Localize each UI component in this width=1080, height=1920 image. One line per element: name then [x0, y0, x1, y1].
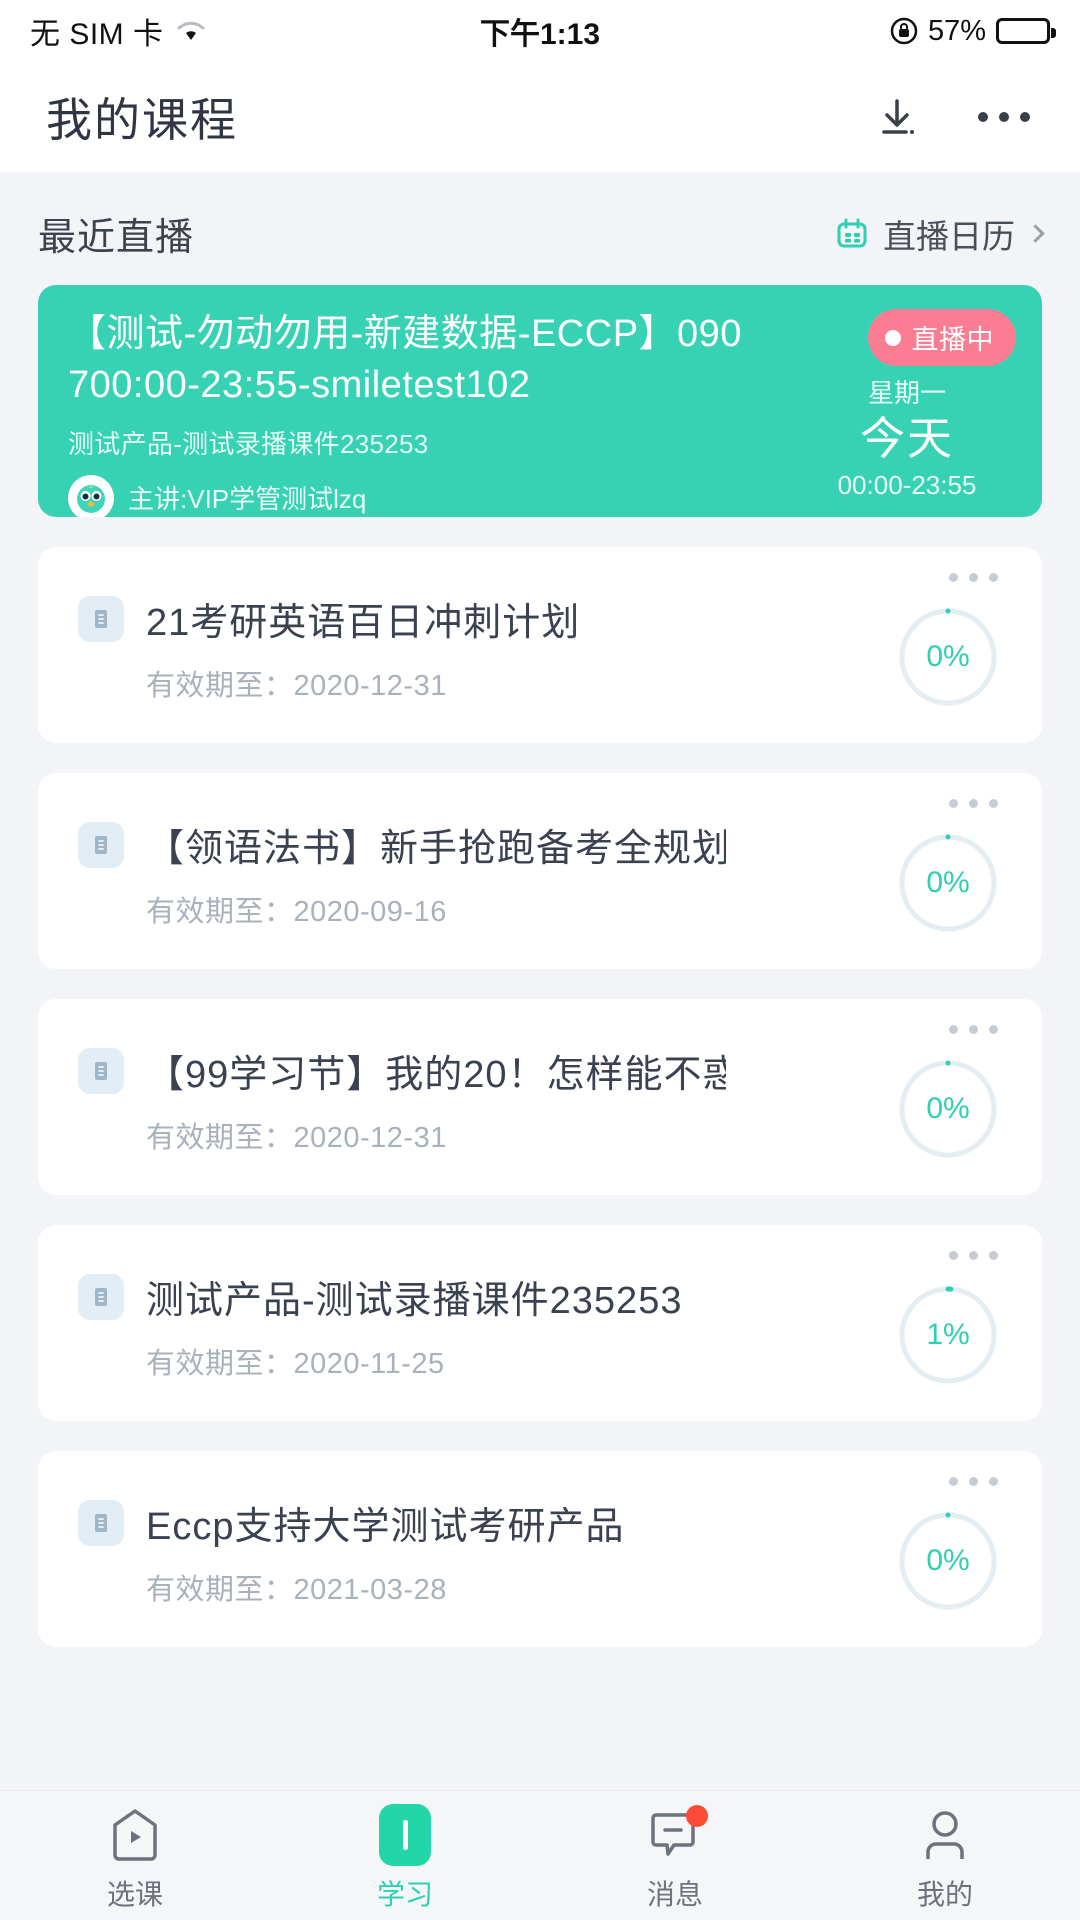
app-screen: 无 SIM 卡 下午1:13 57% 我的课程 最近直播 直播日历 【测试-勿动… [0, 0, 1080, 1920]
live-weekday: 星期一 [867, 378, 946, 408]
live-day-label: 今天 [859, 413, 954, 464]
play-course-icon [109, 1807, 161, 1863]
course-title: 【领语法书】新手抢跑备考全规划 [146, 828, 726, 870]
course-card[interactable]: 【99学习节】我的20！怎样能不惑 有效期至：2020-12-31 0% [38, 999, 1042, 1195]
course-list: 21考研英语百日冲刺计划 有效期至：2020-12-31 0% 【领语法书】新手抢跑备… [0, 547, 1080, 1647]
course-progress-ring: 0% [896, 1057, 1000, 1161]
page-header: 我的课程 [0, 62, 1080, 172]
battery-percent: 57% [927, 14, 986, 47]
live-session-card[interactable]: 【测试-勿动勿用-新建数据-ECCP】090700:00-23:55-smile… [38, 285, 1042, 517]
live-time-range: 00:00-23:55 [837, 470, 977, 500]
course-progress-ring: 0% [896, 1509, 1000, 1613]
course-doc-icon [78, 1499, 124, 1546]
tab-label: 我的 [916, 1879, 973, 1910]
more-options-icon[interactable] [974, 102, 1034, 132]
course-progress-ring: 0% [896, 831, 1000, 935]
download-icon[interactable] [874, 94, 920, 140]
course-progress-label: 1% [926, 1318, 970, 1351]
scroll-content[interactable]: 最近直播 直播日历 【测试-勿动勿用-新建数据-ECCP】090700:00-2… [0, 172, 1080, 1790]
battery-icon [996, 18, 1056, 44]
live-schedule-info: 星期一 今天 00:00-23:55 [802, 373, 1012, 501]
course-card[interactable]: Eccp支持大学测试考研产品 有效期至：2021-03-28 0% [38, 1451, 1042, 1647]
live-teacher-name: 主讲:VIP学管测试lzq [128, 484, 367, 515]
course-doc-icon [78, 1047, 124, 1094]
live-status-badge: 直播中 [867, 309, 1016, 366]
wifi-icon [176, 20, 206, 42]
header-actions [874, 94, 1034, 140]
course-progress-label: 0% [926, 1544, 970, 1577]
tab-label: 消息 [646, 1879, 703, 1910]
course-title: 测试产品-测试录播课件235253 [146, 1280, 683, 1322]
course-card[interactable]: 21考研英语百日冲刺计划 有效期至：2020-12-31 0% [38, 547, 1042, 743]
more-options-icon[interactable] [949, 573, 998, 582]
unread-badge [686, 1805, 708, 1827]
status-left: 无 SIM 卡 [30, 9, 206, 53]
bird-avatar-icon [68, 474, 114, 517]
course-title: 【99学习节】我的20！怎样能不惑 [146, 1054, 726, 1096]
tab-profile-person[interactable]: 我的 [810, 1807, 1080, 1913]
tab-play-course[interactable]: 选课 [0, 1807, 270, 1913]
course-card[interactable]: 测试产品-测试录播课件235253 有效期至：2020-11-25 1% [38, 1225, 1042, 1421]
carrier-label: 无 SIM 卡 [30, 18, 164, 51]
live-calendar-link[interactable]: 直播日历 [835, 210, 1045, 258]
tab-study-book[interactable]: 学习 [270, 1804, 540, 1913]
rotation-lock-icon [890, 17, 918, 45]
course-card[interactable]: 【领语法书】新手抢跑备考全规划 有效期至：2020-09-16 0% [38, 773, 1042, 969]
calendar-icon [835, 217, 869, 251]
status-bar: 无 SIM 卡 下午1:13 57% [0, 0, 1080, 62]
status-right: 57% [890, 14, 1056, 48]
more-options-icon[interactable] [949, 799, 998, 808]
more-options-icon[interactable] [949, 1251, 998, 1260]
course-title: Eccp支持大学测试考研产品 [146, 1506, 625, 1548]
course-progress-label: 0% [926, 640, 970, 673]
course-progress-ring: 1% [896, 1283, 1000, 1387]
more-options-icon[interactable] [949, 1477, 998, 1486]
page-title: 我的课程 [46, 94, 238, 146]
course-doc-icon [78, 595, 124, 642]
more-options-icon[interactable] [949, 1025, 998, 1034]
course-progress-ring: 0% [896, 605, 1000, 709]
course-doc-icon [78, 1273, 124, 1320]
recent-live-section-header: 最近直播 直播日历 [0, 176, 1080, 279]
course-title: 21考研英语百日冲刺计划 [146, 602, 581, 644]
study-book-icon [379, 1804, 431, 1866]
bottom-tab-bar: 选课 学习 消息 我的 [0, 1790, 1080, 1920]
tab-label: 学习 [376, 1879, 433, 1910]
chevron-right-icon [1026, 224, 1045, 243]
live-status-label: 直播中 [911, 325, 994, 355]
course-progress-label: 0% [926, 1092, 970, 1125]
live-dot-icon [884, 329, 901, 346]
course-doc-icon [78, 821, 124, 868]
message-icon [648, 1805, 708, 1863]
course-progress-label: 0% [926, 866, 970, 899]
tab-message[interactable]: 消息 [540, 1805, 810, 1913]
tab-label: 选课 [106, 1879, 163, 1910]
profile-person-icon [919, 1807, 971, 1863]
live-calendar-label: 直播日历 [883, 217, 1015, 255]
section-title: 最近直播 [38, 217, 195, 259]
